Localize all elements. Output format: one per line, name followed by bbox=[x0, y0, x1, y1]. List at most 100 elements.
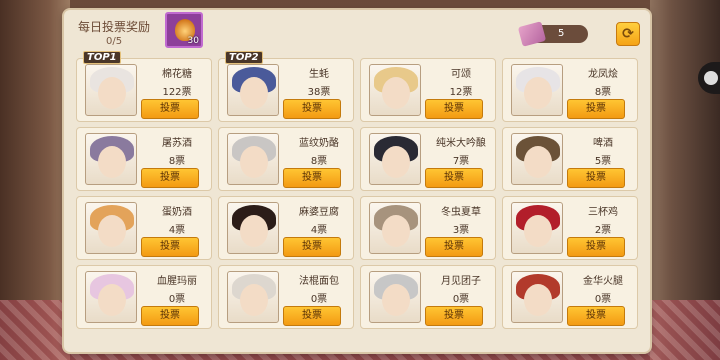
vote-count: 4票 bbox=[168, 225, 186, 236]
reward-quantity: 30 bbox=[187, 36, 199, 46]
vote-button[interactable]: 投票 bbox=[141, 99, 199, 119]
character-card: 法棍面包 0票 投票 bbox=[218, 265, 354, 329]
vote-button[interactable]: 投票 bbox=[425, 99, 483, 119]
vote-count: 8票 bbox=[310, 156, 328, 167]
character-portrait[interactable] bbox=[511, 133, 563, 185]
character-card: 龙凤烩 8票 投票 bbox=[502, 58, 638, 122]
character-card: 蓝纹奶酪 8票 投票 bbox=[218, 127, 354, 191]
portrait-face bbox=[382, 284, 410, 316]
portrait-face bbox=[240, 77, 268, 109]
vote-button[interactable]: 投票 bbox=[425, 168, 483, 188]
character-card: 蛋奶酒 4票 投票 bbox=[76, 196, 212, 260]
portrait-face bbox=[524, 284, 552, 316]
vote-count: 4票 bbox=[310, 225, 328, 236]
vote-count: 38票 bbox=[307, 87, 331, 98]
vote-count: 3票 bbox=[452, 225, 470, 236]
vote-button[interactable]: 投票 bbox=[141, 168, 199, 188]
portrait-face bbox=[98, 284, 126, 316]
character-card: 冬虫夏草 3票 投票 bbox=[360, 196, 496, 260]
character-portrait[interactable] bbox=[85, 202, 137, 254]
character-portrait[interactable] bbox=[227, 202, 279, 254]
character-portrait[interactable] bbox=[85, 133, 137, 185]
character-portrait[interactable] bbox=[227, 271, 279, 323]
character-name: 棉花糖 bbox=[162, 69, 192, 80]
vote-count: 122票 bbox=[162, 87, 192, 98]
vote-count: 0票 bbox=[310, 294, 328, 305]
character-portrait[interactable] bbox=[85, 64, 137, 116]
character-card: 屠苏酒 8票 投票 bbox=[76, 127, 212, 191]
character-name: 龙凤烩 bbox=[588, 69, 618, 80]
portrait-face bbox=[524, 215, 552, 247]
handle-dot-icon bbox=[704, 71, 718, 85]
character-portrait[interactable] bbox=[227, 64, 279, 116]
vote-count: 0票 bbox=[594, 294, 612, 305]
vote-button[interactable]: 投票 bbox=[567, 306, 625, 326]
refresh-button[interactable]: ⟳ bbox=[616, 22, 640, 46]
vote-panel: 每日投票奖励 0/5 30 5 ⟳ TOP1 棉花糖 122票 投票 TOP2 生蚝 38票… bbox=[64, 10, 650, 352]
character-grid: TOP1 棉花糖 122票 投票 TOP2 生蚝 38票 投票 可颂 12票 投票 龙凤烩 8票 投票 屠苏… bbox=[76, 51, 638, 329]
character-name: 可颂 bbox=[451, 69, 471, 80]
reward-progress: 0/5 bbox=[106, 36, 123, 47]
character-portrait[interactable] bbox=[511, 271, 563, 323]
vote-count: 12票 bbox=[449, 87, 473, 98]
portrait-face bbox=[382, 77, 410, 109]
character-name: 金华火腿 bbox=[583, 276, 623, 287]
vote-button[interactable]: 投票 bbox=[567, 99, 625, 119]
vote-button[interactable]: 投票 bbox=[425, 306, 483, 326]
character-card: 啤酒 5票 投票 bbox=[502, 127, 638, 191]
vote-count: 5票 bbox=[594, 156, 612, 167]
character-card: 三杯鸡 2票 投票 bbox=[502, 196, 638, 260]
portrait-face bbox=[382, 215, 410, 247]
vote-button[interactable]: 投票 bbox=[283, 168, 341, 188]
portrait-face bbox=[524, 77, 552, 109]
vote-button[interactable]: 投票 bbox=[283, 237, 341, 257]
vote-count: 0票 bbox=[168, 294, 186, 305]
character-card: 纯米大吟酿 7票 投票 bbox=[360, 127, 496, 191]
character-name: 啤酒 bbox=[593, 138, 613, 149]
character-name: 三杯鸡 bbox=[588, 207, 618, 218]
character-card: 金华火腿 0票 投票 bbox=[502, 265, 638, 329]
vote-count: 8票 bbox=[168, 156, 186, 167]
character-portrait[interactable] bbox=[369, 64, 421, 116]
character-portrait[interactable] bbox=[511, 202, 563, 254]
portrait-face bbox=[240, 146, 268, 178]
character-portrait[interactable] bbox=[369, 133, 421, 185]
reward-item[interactable]: 30 bbox=[165, 12, 203, 48]
rank-badge: TOP1 bbox=[83, 51, 121, 64]
vote-button[interactable]: 投票 bbox=[425, 237, 483, 257]
character-card: 血腥玛丽 0票 投票 bbox=[76, 265, 212, 329]
character-name: 蓝纹奶酪 bbox=[299, 138, 339, 149]
vote-count: 7票 bbox=[452, 156, 470, 167]
vote-button[interactable]: 投票 bbox=[567, 237, 625, 257]
character-name: 血腥玛丽 bbox=[157, 276, 197, 287]
character-portrait[interactable] bbox=[511, 64, 563, 116]
portrait-face bbox=[240, 215, 268, 247]
vote-button[interactable]: 投票 bbox=[283, 99, 341, 119]
portrait-face bbox=[382, 146, 410, 178]
refresh-icon: ⟳ bbox=[622, 26, 634, 42]
portrait-face bbox=[98, 215, 126, 247]
vote-button[interactable]: 投票 bbox=[141, 306, 199, 326]
character-name: 法棍面包 bbox=[299, 276, 339, 287]
vote-button[interactable]: 投票 bbox=[141, 237, 199, 257]
vote-count: 8票 bbox=[594, 87, 612, 98]
character-name: 麻婆豆腐 bbox=[299, 207, 339, 218]
character-card: 麻婆豆腐 4票 投票 bbox=[218, 196, 354, 260]
character-card: TOP2 生蚝 38票 投票 bbox=[218, 51, 354, 122]
character-portrait[interactable] bbox=[369, 271, 421, 323]
vote-count: 2票 bbox=[594, 225, 612, 236]
portrait-face bbox=[240, 284, 268, 316]
character-portrait[interactable] bbox=[227, 133, 279, 185]
character-portrait[interactable] bbox=[85, 271, 137, 323]
portrait-face bbox=[98, 146, 126, 178]
character-name: 冬虫夏草 bbox=[441, 207, 481, 218]
vote-button[interactable]: 投票 bbox=[283, 306, 341, 326]
panel-header: 每日投票奖励 0/5 30 5 ⟳ bbox=[64, 10, 650, 50]
character-name: 蛋奶酒 bbox=[162, 207, 192, 218]
portrait-face bbox=[98, 77, 126, 109]
character-name: 生蚝 bbox=[309, 69, 329, 80]
character-card: 可颂 12票 投票 bbox=[360, 58, 496, 122]
character-portrait[interactable] bbox=[369, 202, 421, 254]
vote-button[interactable]: 投票 bbox=[567, 168, 625, 188]
character-name: 月见团子 bbox=[441, 276, 481, 287]
